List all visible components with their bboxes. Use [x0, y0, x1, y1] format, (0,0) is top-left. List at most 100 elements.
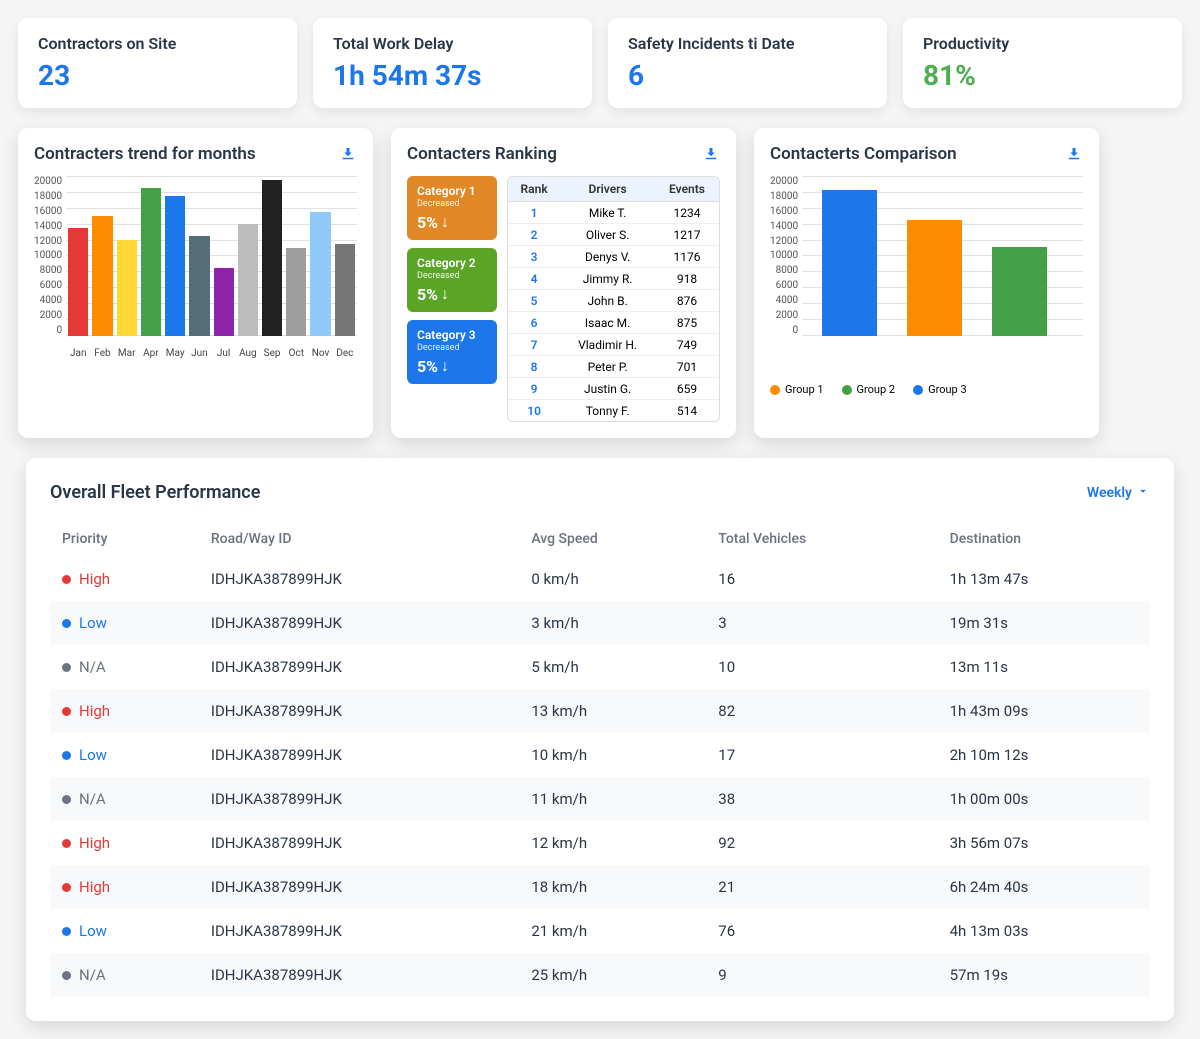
fleet-header: Overall Fleet Performance Weekly — [50, 482, 1150, 503]
fleet-row[interactable]: N/AIDHJKA387899HJK11 km/h381h 00m 00s — [50, 777, 1150, 821]
ranking-row[interactable]: 6Isaac M.875 — [508, 312, 719, 334]
cell-priority: N/A — [50, 645, 199, 689]
cell-road: IDHJKA387899HJK — [199, 865, 519, 909]
kpi-card-delay: Total Work Delay 1h 54m 37s — [313, 18, 592, 108]
cell-speed: 0 km/h — [519, 557, 706, 601]
card-header: Contracters trend for months — [34, 144, 357, 164]
ranking-row[interactable]: 9Justin G.659 — [508, 378, 719, 400]
cell-events: 1217 — [655, 224, 719, 246]
cell-dest: 6h 24m 40s — [938, 865, 1150, 909]
y-axis: 2000018000160001400012000100008000600040… — [770, 176, 802, 336]
priority-dot-icon — [62, 575, 71, 584]
fleet-row[interactable]: HighIDHJKA387899HJK0 km/h161h 13m 47s — [50, 557, 1150, 601]
x-label: Dec — [335, 348, 355, 359]
download-icon[interactable] — [339, 145, 357, 163]
cell-rank: 10 — [508, 400, 560, 422]
cell-vehicles: 21 — [706, 865, 937, 909]
category-card-3[interactable]: Category 3Decreased5% ↓ — [407, 320, 497, 384]
ranking-row[interactable]: 4Jimmy R.918 — [508, 268, 719, 290]
priority-label: Low — [79, 614, 107, 632]
legend-dot-icon — [913, 385, 923, 395]
cell-vehicles: 10 — [706, 645, 937, 689]
cell-driver: Jimmy R. — [560, 268, 655, 290]
cell-dest: 1h 13m 47s — [938, 557, 1150, 601]
ranking-row[interactable]: 7Vladimir H.749 — [508, 334, 719, 356]
legend-label: Group 1 — [785, 383, 824, 396]
cell-events: 749 — [655, 334, 719, 356]
priority-label: N/A — [79, 658, 106, 676]
ranking-table: Rank Drivers Events 1Mike T.12342Oliver … — [507, 176, 720, 422]
kpi-value: 23 — [38, 59, 277, 92]
cell-events: 701 — [655, 356, 719, 378]
kpi-card-productivity: Productivity 81% — [903, 18, 1182, 108]
cell-dest: 1h 00m 00s — [938, 777, 1150, 821]
cell-dest: 4h 13m 03s — [938, 909, 1150, 953]
ranking-row[interactable]: 2Oliver S.1217 — [508, 224, 719, 246]
cell-events: 876 — [655, 290, 719, 312]
fleet-performance-card: Overall Fleet Performance Weekly Priorit… — [26, 458, 1174, 1021]
cell-speed: 12 km/h — [519, 821, 706, 865]
bar-mar — [117, 240, 137, 336]
cell-rank: 2 — [508, 224, 560, 246]
download-icon[interactable] — [1065, 145, 1083, 163]
cell-priority: High — [50, 557, 199, 601]
priority-dot-icon — [62, 795, 71, 804]
ranking-row[interactable]: 3Denys V.1176 — [508, 246, 719, 268]
cell-priority: Low — [50, 601, 199, 645]
category-percent: 5% ↓ — [417, 356, 487, 376]
cell-rank: 5 — [508, 290, 560, 312]
ranking-row[interactable]: 1Mike T.1234 — [508, 202, 719, 224]
fleet-row[interactable]: HighIDHJKA387899HJK13 km/h821h 43m 09s — [50, 689, 1150, 733]
fleet-row[interactable]: N/AIDHJKA387899HJK25 km/h957m 19s — [50, 953, 1150, 997]
cell-road: IDHJKA387899HJK — [199, 557, 519, 601]
bar-may — [165, 196, 185, 336]
fleet-row[interactable]: LowIDHJKA387899HJK3 km/h319m 31s — [50, 601, 1150, 645]
th-events: Events — [655, 177, 719, 202]
cell-events: 1176 — [655, 246, 719, 268]
ranking-row[interactable]: 10Tonny F.514 — [508, 400, 719, 422]
category-card-2[interactable]: Category 2Decreased5% ↓ — [407, 248, 497, 312]
y-axis: 2000018000160001400012000100008000600040… — [34, 176, 66, 336]
priority-label: N/A — [79, 790, 106, 808]
cell-priority: High — [50, 865, 199, 909]
legend-item: Group 2 — [842, 383, 896, 396]
download-icon[interactable] — [702, 145, 720, 163]
th-drivers: Drivers — [560, 177, 655, 202]
card-title: Contracters trend for months — [34, 144, 256, 164]
category-card-1[interactable]: Category 1Decreased5% ↓ — [407, 176, 497, 240]
period-dropdown[interactable]: Weekly — [1087, 484, 1150, 502]
category-subtitle: Decreased — [417, 271, 487, 281]
bar-group-1 — [822, 190, 877, 336]
fleet-row[interactable]: LowIDHJKA387899HJK10 km/h172h 10m 12s — [50, 733, 1150, 777]
th-speed: Avg Speed — [519, 521, 706, 557]
priority-dot-icon — [62, 971, 71, 980]
kpi-value: 6 — [628, 59, 867, 92]
cell-priority: Low — [50, 909, 199, 953]
legend-item: Group 3 — [913, 383, 967, 396]
cell-road: IDHJKA387899HJK — [199, 777, 519, 821]
th-rank: Rank — [508, 177, 560, 202]
cell-road: IDHJKA387899HJK — [199, 601, 519, 645]
x-label: Jan — [68, 348, 88, 359]
priority-dot-icon — [62, 839, 71, 848]
fleet-row[interactable]: N/AIDHJKA387899HJK5 km/h1013m 11s — [50, 645, 1150, 689]
category-percent: 5% ↓ — [417, 284, 487, 304]
cell-road: IDHJKA387899HJK — [199, 733, 519, 777]
cell-dest: 1h 43m 09s — [938, 689, 1150, 733]
fleet-row[interactable]: HighIDHJKA387899HJK18 km/h216h 24m 40s — [50, 865, 1150, 909]
plot-area — [802, 176, 1083, 371]
cell-priority: High — [50, 821, 199, 865]
card-header: Contacterts Comparison — [770, 144, 1083, 164]
ranking-row[interactable]: 8Peter P.701 — [508, 356, 719, 378]
cell-road: IDHJKA387899HJK — [199, 689, 519, 733]
x-label: Mar — [117, 348, 137, 359]
fleet-row[interactable]: HighIDHJKA387899HJK12 km/h923h 56m 07s — [50, 821, 1150, 865]
cell-vehicles: 76 — [706, 909, 937, 953]
fleet-row[interactable]: LowIDHJKA387899HJK21 km/h764h 13m 03s — [50, 909, 1150, 953]
cell-dest: 57m 19s — [938, 953, 1150, 997]
cell-speed: 3 km/h — [519, 601, 706, 645]
x-label: Jul — [214, 348, 234, 359]
ranking-row[interactable]: 5John B.876 — [508, 290, 719, 312]
th-priority: Priority — [50, 521, 199, 557]
cell-dest: 19m 31s — [938, 601, 1150, 645]
